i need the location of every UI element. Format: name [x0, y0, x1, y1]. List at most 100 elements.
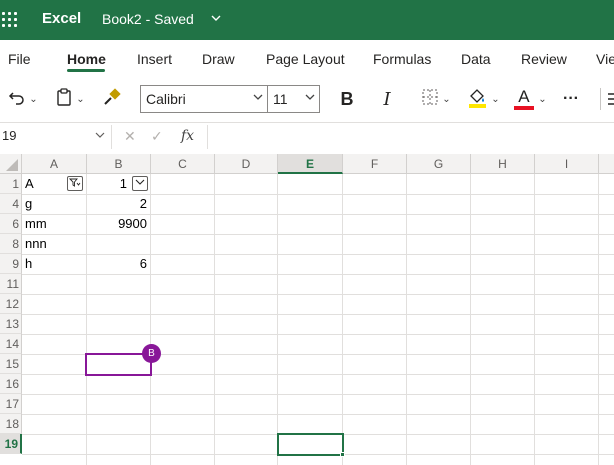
- row-header-14[interactable]: 14: [0, 334, 22, 354]
- chevron-down-icon: ⌄: [491, 93, 500, 105]
- ribbon-tabs: File Home Insert Draw Page Layout Formul…: [0, 40, 614, 80]
- column-header-b[interactable]: B: [87, 154, 151, 174]
- row-header-8[interactable]: 8: [0, 234, 22, 254]
- chevron-down-icon: [95, 130, 105, 143]
- paste-button[interactable]: ⌄: [50, 87, 90, 111]
- chevron-down-icon: [305, 92, 315, 105]
- filter-dropdown-icon[interactable]: [132, 176, 148, 191]
- borders-icon: [421, 88, 439, 111]
- undo-button[interactable]: ⌄: [4, 87, 42, 111]
- chevron-down-icon: ⌄: [538, 93, 547, 105]
- cell-b9[interactable]: 6: [87, 254, 150, 274]
- toolbar-divider: [600, 88, 601, 110]
- select-all-corner[interactable]: [0, 154, 22, 174]
- cell-b4[interactable]: 2: [87, 194, 150, 214]
- column-header-f[interactable]: F: [343, 154, 407, 174]
- spreadsheet-grid: A B C D E F G H I 1 4 6 8 9 11 12 13 14 …: [0, 154, 614, 465]
- cell-b8[interactable]: [87, 234, 150, 254]
- tab-file[interactable]: File: [8, 51, 31, 67]
- document-title[interactable]: Book2 - Saved: [102, 11, 194, 27]
- tab-formulas[interactable]: Formulas: [373, 51, 431, 67]
- brush-icon: [102, 87, 122, 112]
- column-gridline: [406, 174, 407, 465]
- formula-input[interactable]: [207, 125, 614, 149]
- tab-review[interactable]: Review: [521, 51, 567, 67]
- tab-draw[interactable]: Draw: [202, 51, 235, 67]
- confirm-edit-button[interactable]: ✓: [151, 128, 163, 145]
- font-color-letter: A: [518, 87, 530, 106]
- cell-a9[interactable]: h: [22, 254, 86, 274]
- row-gridline: [22, 394, 614, 395]
- font-color-button[interactable]: A ⌄: [510, 87, 550, 111]
- row-gridline: [22, 334, 614, 335]
- cell-a4[interactable]: g: [22, 194, 86, 214]
- row-header-9[interactable]: 9: [0, 254, 22, 274]
- fill-handle[interactable]: [340, 452, 345, 457]
- row-header-13[interactable]: 13: [0, 314, 22, 334]
- tab-page-layout[interactable]: Page Layout: [266, 51, 345, 67]
- font-color-swatch: [514, 106, 535, 110]
- column-header-i[interactable]: I: [535, 154, 599, 174]
- insert-function-button[interactable]: fx: [181, 128, 194, 144]
- font-color-icon: A: [513, 87, 535, 110]
- cell-a6[interactable]: mm: [22, 214, 86, 234]
- font-size-dropdown[interactable]: 11: [267, 85, 320, 113]
- column-gridline: [150, 174, 151, 465]
- column-gridline: [214, 174, 215, 465]
- row-header-12[interactable]: 12: [0, 294, 22, 314]
- row-header-6[interactable]: 6: [0, 214, 22, 234]
- column-gridline: [342, 174, 343, 465]
- column-header-j[interactable]: [599, 154, 614, 174]
- bold-button[interactable]: B: [336, 87, 358, 111]
- font-size-value: 11: [273, 91, 288, 107]
- app-launcher-icon[interactable]: [2, 12, 20, 28]
- row-header-15[interactable]: 15: [0, 354, 22, 374]
- cancel-edit-button[interactable]: ✕: [124, 128, 136, 145]
- clipboard-icon: [55, 87, 73, 111]
- tab-insert[interactable]: Insert: [137, 51, 172, 67]
- tab-view[interactable]: Vie: [596, 51, 614, 67]
- row-header-4[interactable]: 4: [0, 194, 22, 214]
- paint-bucket-icon: [466, 86, 488, 113]
- row-header-18[interactable]: 18: [0, 414, 22, 434]
- column-gridline: [470, 174, 471, 465]
- title-bar: Excel Book2 - Saved: [0, 0, 614, 40]
- format-painter-button[interactable]: [100, 87, 124, 111]
- app-name[interactable]: Excel: [42, 10, 81, 27]
- font-name-dropdown[interactable]: Calibri: [140, 85, 268, 113]
- chevron-down-icon: ⌄: [76, 93, 85, 105]
- row-gridline: [22, 274, 614, 275]
- active-tab-indicator: [67, 69, 105, 72]
- column-header-c[interactable]: C: [151, 154, 215, 174]
- tab-data[interactable]: Data: [461, 51, 491, 67]
- column-gridline: [598, 174, 599, 465]
- column-header-g[interactable]: G: [407, 154, 471, 174]
- cell-b6[interactable]: 9900: [87, 214, 150, 234]
- borders-button[interactable]: ⌄: [416, 87, 456, 111]
- formula-bar: 19 ✕ ✓ fx: [0, 122, 614, 150]
- cell-b1[interactable]: 1: [87, 174, 130, 194]
- chevron-down-icon[interactable]: [210, 12, 222, 27]
- row-header-17[interactable]: 17: [0, 394, 22, 414]
- name-box[interactable]: 19: [0, 125, 112, 149]
- row-header-11[interactable]: 11: [0, 274, 22, 294]
- italic-button[interactable]: I: [376, 87, 398, 111]
- column-gridline: [534, 174, 535, 465]
- active-cell-e19[interactable]: [277, 433, 344, 456]
- filter-applied-icon[interactable]: [67, 176, 83, 191]
- tab-home[interactable]: Home: [67, 51, 106, 67]
- row-header-16[interactable]: 16: [0, 374, 22, 394]
- column-header-e[interactable]: E: [278, 154, 343, 174]
- row-header-1[interactable]: 1: [0, 174, 22, 194]
- column-header-h[interactable]: H: [471, 154, 535, 174]
- row-gridline: [22, 414, 614, 415]
- column-header-a[interactable]: A: [22, 154, 87, 174]
- fill-color-button[interactable]: ⌄: [462, 87, 504, 111]
- more-options-button[interactable]: ···: [558, 87, 584, 111]
- column-header-d[interactable]: D: [215, 154, 278, 174]
- cell-a8[interactable]: nnn: [22, 234, 86, 254]
- row-header-19[interactable]: 19: [0, 434, 22, 454]
- collaborator-avatar[interactable]: B: [142, 344, 161, 363]
- column-gridline: [277, 174, 278, 465]
- list-icon[interactable]: [608, 92, 614, 106]
